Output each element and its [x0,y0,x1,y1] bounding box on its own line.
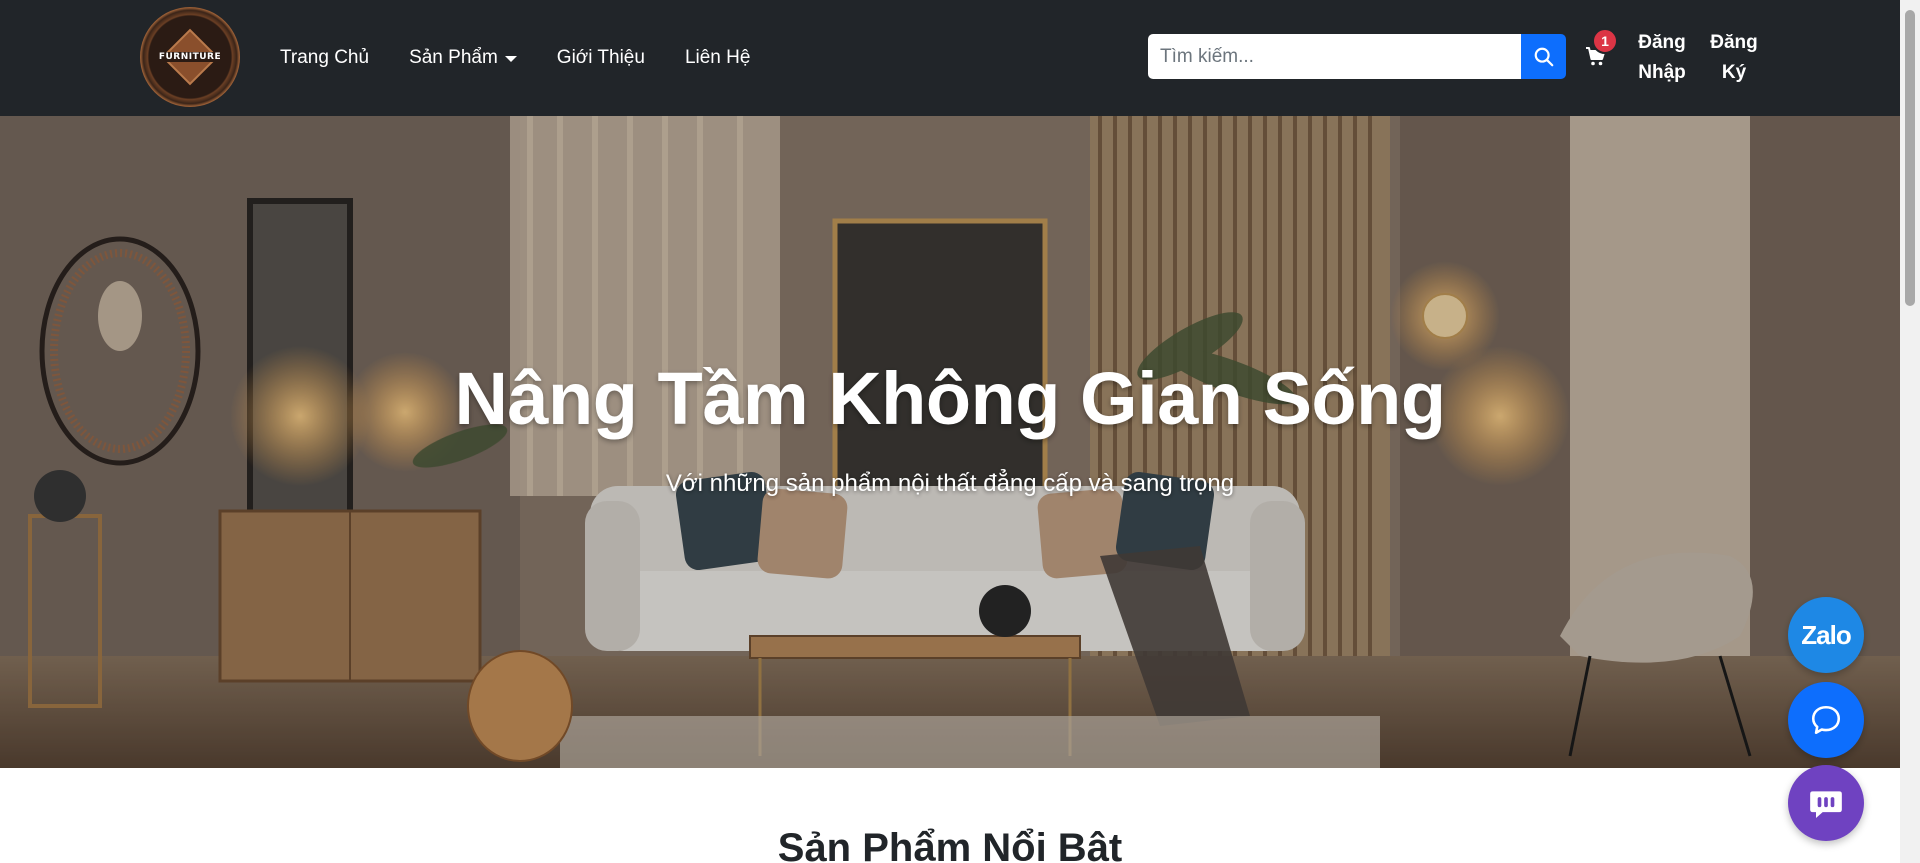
hero-banner: Nâng Tầm Không Gian Sống Với những sản p… [0,116,1900,768]
hero-background-image [0,116,1900,768]
search-button[interactable] [1521,34,1566,79]
register-link[interactable]: Đăng Ký [1704,28,1764,88]
caret-down-icon [504,56,517,62]
zalo-button[interactable]: Zalo [1788,597,1864,673]
login-link[interactable]: Đăng Nhập [1632,28,1692,88]
nav-link-contact[interactable]: Liên Hệ [685,47,751,69]
search-input[interactable] [1148,34,1521,79]
cart-count-badge: 1 [1592,28,1618,54]
navbar: FURNITURE Trang Chủ Sản Phẩm Giới Thiệu … [0,0,1900,116]
nav-link-about[interactable]: Giới Thiệu [557,47,645,69]
hero-subtitle: Với những sản phẩm nội thất đẳng cấp và … [665,470,1235,497]
page-scrollbar[interactable] [1900,0,1920,863]
nav-link-products-label: Sản Phẩm [409,47,498,68]
search-icon [1534,47,1553,66]
brand-logo[interactable]: FURNITURE [140,7,240,107]
logo-text: FURNITURE [156,52,224,62]
chat-bubble-icon [1811,705,1841,735]
messenger-chat-button[interactable] [1788,682,1864,758]
nav-link-home[interactable]: Trang Chủ [280,47,369,69]
hero-title: Nâng Tầm Không Gian Sống [454,357,1446,440]
featured-products-title: Sản Phẩm Nổi Bật [777,826,1123,863]
scrollbar-thumb[interactable] [1905,10,1915,306]
chatbot-button[interactable] [1788,765,1864,841]
nav-link-products[interactable]: Sản Phẩm [409,47,517,69]
nav-links: Trang Chủ Sản Phẩm Giới Thiệu Liên Hệ [280,0,790,116]
zalo-label: Zalo [1801,619,1851,650]
search-form [1148,34,1566,79]
chatbot-icon [1810,791,1842,818]
